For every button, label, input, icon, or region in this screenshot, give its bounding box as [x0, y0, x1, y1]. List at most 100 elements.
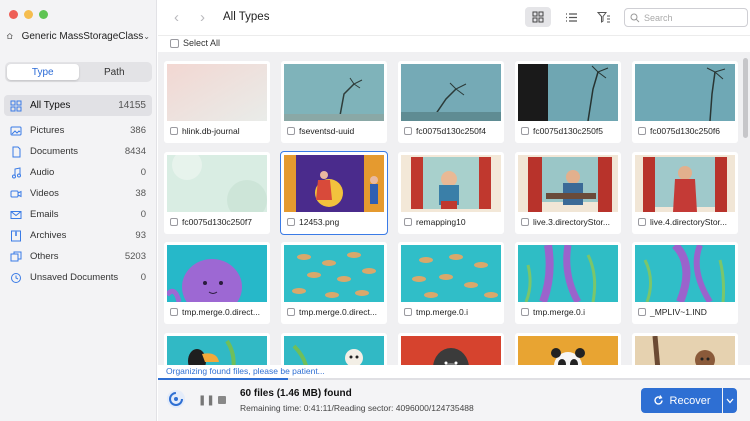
category-label: Archives: [30, 230, 67, 241]
file-name: 12453.png: [299, 217, 340, 227]
category-all-types[interactable]: All Types 14155: [4, 95, 152, 116]
category-label: All Types: [30, 100, 71, 111]
file-thumbnail: [401, 245, 501, 302]
file-thumbnail: [167, 64, 267, 121]
checkbox[interactable]: [287, 218, 295, 226]
file-tile[interactable]: tmp.merge.0.direct...: [281, 242, 387, 324]
main-panel: ‹ › All Types Search Select All hlink.db…: [158, 0, 750, 421]
file-tile[interactable]: live.4.directoryStor...: [632, 152, 738, 234]
file-name: tmp.merge.0.direct...: [182, 307, 260, 317]
file-tile[interactable]: fc0075d130c250f7: [164, 152, 270, 234]
checkbox[interactable]: [521, 308, 529, 316]
checkbox[interactable]: [170, 127, 178, 135]
pause-icon[interactable]: ❚❚: [198, 395, 215, 406]
category-label: Emails: [30, 209, 59, 220]
category-pictures[interactable]: Pictures 386: [4, 120, 152, 141]
file-thumbnail: [284, 155, 384, 212]
segment-path[interactable]: Path: [79, 64, 151, 80]
select-all-checkbox[interactable]: Select All: [170, 38, 220, 48]
checkbox[interactable]: [170, 218, 178, 226]
file-tile[interactable]: [515, 333, 621, 365]
window-controls: [9, 10, 48, 19]
category-count: 0: [140, 209, 146, 220]
checkbox[interactable]: [521, 127, 529, 135]
category-count: 93: [135, 230, 146, 241]
file-tile[interactable]: fseventsd-uuid: [281, 61, 387, 143]
refresh-icon: [653, 395, 663, 405]
file-tile[interactable]: fc0075d130c250f5: [515, 61, 621, 143]
file-tile[interactable]: [398, 333, 504, 365]
recover-button[interactable]: Recover: [641, 388, 722, 413]
checkbox[interactable]: [521, 218, 529, 226]
category-count: 0: [140, 272, 146, 283]
file-name: tmp.merge.0.i: [533, 307, 585, 317]
file-tile[interactable]: live.3.directoryStor...: [515, 152, 621, 234]
file-name: fc0075d130c250f6: [650, 126, 720, 136]
file-tile[interactable]: _MPLIV~1.IND: [632, 242, 738, 324]
file-tile[interactable]: [281, 333, 387, 365]
checkbox[interactable]: [170, 308, 178, 316]
toolbar: ‹ › All Types Search: [158, 0, 750, 36]
checkbox[interactable]: [287, 308, 295, 316]
file-name: live.4.directoryStor...: [650, 217, 728, 227]
recover-label: Recover: [669, 394, 711, 407]
zoom-window-button[interactable]: [39, 10, 48, 19]
file-thumbnail: [635, 155, 735, 212]
category-audio[interactable]: Audio 0: [4, 162, 152, 183]
category-videos[interactable]: Videos 38: [4, 183, 152, 204]
file-thumbnail: [635, 336, 735, 365]
checkbox[interactable]: [404, 218, 412, 226]
category-count: 0: [140, 167, 146, 178]
stop-icon[interactable]: [218, 396, 226, 404]
file-thumbnail: [518, 245, 618, 302]
file-name: fc0075d130c250f5: [533, 126, 603, 136]
file-tile[interactable]: remapping10: [398, 152, 504, 234]
recover-options-button[interactable]: [723, 388, 737, 413]
search-input[interactable]: Search: [624, 8, 748, 27]
checkbox[interactable]: [287, 127, 295, 135]
file-tile[interactable]: fc0075d130c250f4: [398, 61, 504, 143]
category-label: Videos: [30, 188, 59, 199]
list-icon: [565, 12, 577, 22]
list-view-button[interactable]: [558, 7, 584, 27]
file-tile[interactable]: [164, 333, 270, 365]
category-documents[interactable]: Documents 8434: [4, 141, 152, 162]
video-icon: [10, 188, 22, 200]
category-unsaved-documents[interactable]: Unsaved Documents 0: [4, 267, 152, 288]
category-label: Documents: [30, 146, 79, 157]
file-thumbnail: [284, 245, 384, 302]
file-tile[interactable]: hlink.db-journal: [164, 61, 270, 143]
grid-view-button[interactable]: [525, 7, 551, 27]
home-icon: [6, 33, 13, 40]
chevron-down-icon: ⌄: [143, 31, 150, 41]
device-selector[interactable]: Generic MassStorageClass ⌄: [6, 27, 150, 45]
category-emails[interactable]: Emails 0: [4, 204, 152, 225]
checkbox[interactable]: [404, 308, 412, 316]
file-thumbnail: [635, 245, 735, 302]
minimize-window-button[interactable]: [24, 10, 33, 19]
category-archives[interactable]: Archives 93: [4, 225, 152, 246]
back-chevron-icon[interactable]: ‹: [174, 9, 179, 26]
checkbox[interactable]: [404, 127, 412, 135]
file-tile[interactable]: tmp.merge.0.i: [515, 242, 621, 324]
filter-button[interactable]: [595, 8, 613, 26]
view-mode-segment: Type Path: [5, 62, 152, 82]
checkbox[interactable]: [638, 218, 646, 226]
file-name: tmp.merge.0.i: [416, 307, 468, 317]
file-tile-selected[interactable]: 12453.png: [280, 151, 388, 235]
checkbox[interactable]: [638, 127, 646, 135]
category-others[interactable]: Others 5203: [4, 246, 152, 267]
file-tile[interactable]: fc0075d130c250f6: [632, 61, 738, 143]
file-name: tmp.merge.0.direct...: [299, 307, 377, 317]
close-window-button[interactable]: [9, 10, 18, 19]
checkbox[interactable]: [638, 308, 646, 316]
file-tile[interactable]: [632, 333, 738, 365]
vertical-scrollbar[interactable]: [743, 58, 748, 138]
segment-type[interactable]: Type: [7, 64, 79, 80]
checkbox[interactable]: [170, 38, 179, 48]
file-tile[interactable]: tmp.merge.0.i: [398, 242, 504, 324]
sidebar: Generic MassStorageClass ⌄ Type Path All…: [0, 0, 157, 421]
file-tile[interactable]: tmp.merge.0.direct...: [164, 242, 270, 324]
category-count: 14155: [118, 100, 146, 111]
forward-chevron-icon[interactable]: ›: [200, 9, 205, 26]
